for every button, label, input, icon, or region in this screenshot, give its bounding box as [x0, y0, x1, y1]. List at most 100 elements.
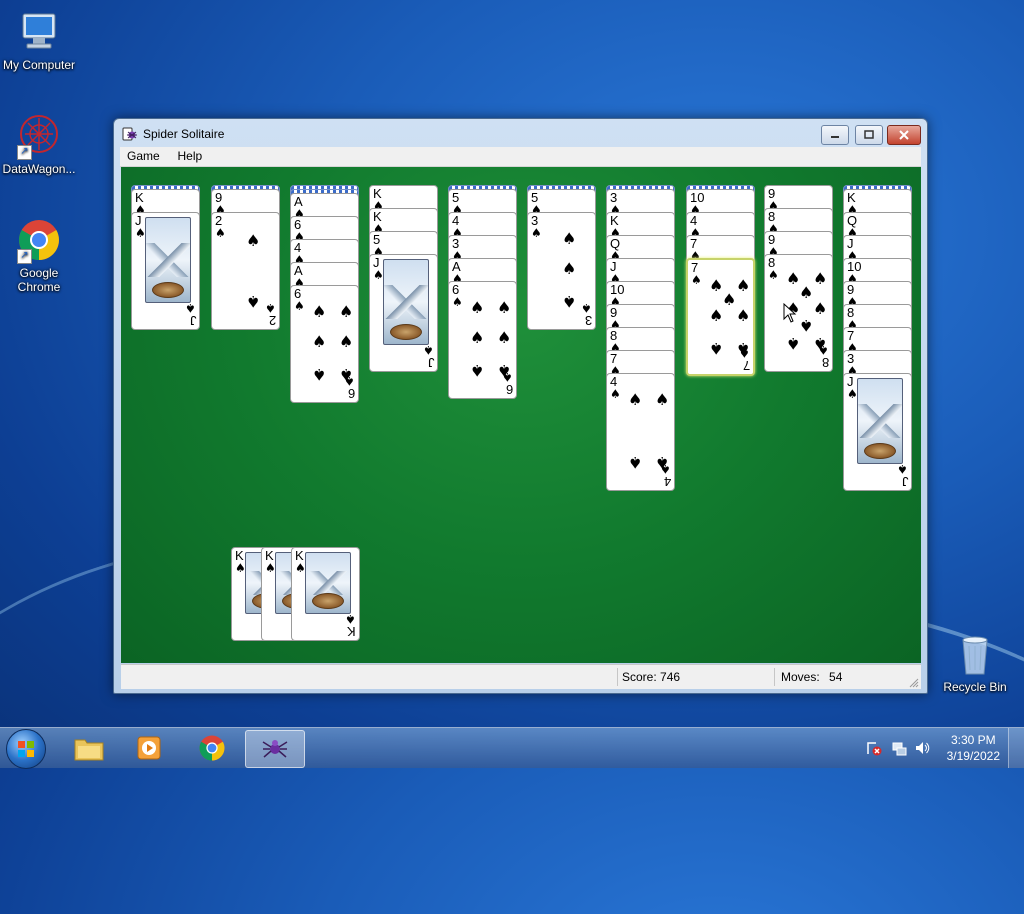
status-bar: Score: 746 Moves: 54: [121, 664, 921, 689]
title-bar[interactable]: Spider Solitaire: [114, 119, 927, 147]
spade-icon: ♠: [294, 299, 305, 313]
resize-grip-icon[interactable]: [909, 677, 919, 688]
bird-nest-picture: [864, 443, 896, 459]
desktop-icon-label: DataWagon...: [2, 162, 76, 176]
spade-icon: ♠: [562, 259, 577, 278]
chrome-icon: [199, 735, 225, 761]
spade-icon: ♠: [339, 332, 354, 351]
taskbar-spider-solitaire[interactable]: [245, 730, 305, 768]
taskbar: 3:30 PM 3/19/2022: [0, 727, 1024, 769]
spade-icon: ♠: [470, 361, 485, 380]
taskbar-chrome[interactable]: [183, 730, 241, 766]
network-icon[interactable]: [891, 740, 907, 756]
action-center-icon[interactable]: [866, 740, 882, 756]
playing-card[interactable]: J ♠ J ♠: [131, 212, 200, 330]
spade-icon: ♠: [497, 298, 512, 317]
desktop-icon-datawagon[interactable]: ↗ DataWagon...: [0, 112, 81, 176]
spade-icon: ♠: [344, 374, 355, 388]
spade-icon: ♠: [562, 292, 577, 311]
card-rank-bottom: J: [189, 313, 197, 328]
shortcut-arrow-icon: ↗: [17, 249, 32, 264]
completed-stack-card[interactable]: K♠K♠: [291, 547, 360, 641]
spade-icon: ♠: [799, 316, 814, 335]
shortcut-arrow-icon: ↗: [17, 145, 32, 160]
moves-label: Moves:: [781, 670, 820, 684]
score-label: Score:: [622, 670, 657, 684]
spade-icon: ♠: [813, 269, 828, 288]
spade-icon: ♠: [628, 453, 643, 472]
minimize-button[interactable]: [821, 125, 849, 145]
card-rank-bottom: 2: [268, 313, 276, 328]
close-button[interactable]: [887, 125, 921, 145]
playing-card[interactable]: J ♠ J ♠: [369, 254, 438, 372]
spade-icon: ♠: [897, 462, 908, 476]
spider-solitaire-icon: [122, 126, 138, 142]
windows-logo-icon: [18, 741, 34, 757]
spade-icon: ♠: [502, 370, 513, 384]
bird-nest-picture: [390, 324, 422, 340]
score-value: 746: [660, 670, 681, 684]
datawagon-icon: ↗: [15, 112, 63, 160]
spade-icon: ♠: [312, 302, 327, 321]
spider-solitaire-icon: [262, 740, 288, 758]
taskbar-media-player[interactable]: [120, 730, 178, 766]
desktop-icon-recycle-bin[interactable]: Recycle Bin: [933, 630, 1017, 694]
card-face-picture: [383, 259, 429, 345]
snowy-mountain-picture: [146, 243, 190, 277]
playing-card[interactable]: 6 ♠ ♠ ♠ ♠ ♠ ♠ ♠ 6 ♠: [290, 285, 359, 403]
card-rank-bottom: 6: [347, 386, 355, 401]
mouse-cursor-icon: [783, 302, 797, 326]
playing-card[interactable]: J ♠ J ♠: [843, 373, 912, 491]
show-desktop-button[interactable]: [1008, 728, 1024, 768]
spade-icon: ♠: [265, 301, 276, 315]
system-clock[interactable]: 3:30 PM 3/19/2022: [947, 732, 1000, 764]
card-face-picture: [305, 552, 351, 614]
card-rank-bottom: J: [901, 474, 909, 489]
chrome-icon: ↗: [15, 216, 63, 264]
desktop-icon-google-chrome[interactable]: ↗ Google Chrome: [0, 216, 81, 294]
spade-icon: ♠: [470, 328, 485, 347]
menu-bar: Game Help: [120, 147, 921, 167]
menu-help[interactable]: Help: [171, 147, 210, 165]
explorer-icon: [74, 739, 104, 761]
clock-date: 3/19/2022: [946, 749, 1000, 763]
spade-icon: ♠: [339, 302, 354, 321]
playing-card[interactable]: 4 ♠ ♠ ♠ ♠ ♠ 4 ♠: [606, 373, 675, 491]
menu-game[interactable]: Game: [120, 147, 167, 165]
spade-icon: ♠: [581, 301, 592, 315]
playing-card[interactable]: 6 ♠ ♠ ♠ ♠ ♠ ♠ ♠ 6 ♠: [448, 281, 517, 399]
spade-icon: ♠: [736, 276, 751, 295]
close-icon: [899, 130, 909, 140]
playing-card[interactable]: 8 ♠ ♠ ♠ ♠ ♠ ♠ ♠ ♠ ♠ 8 ♠: [764, 254, 833, 372]
spade-icon: ♠: [312, 332, 327, 351]
spade-icon: ♠: [452, 295, 463, 309]
spade-icon: ♠: [246, 292, 261, 311]
desktop-icon-label: Recycle Bin: [943, 680, 1007, 694]
card-rank-bottom: J: [427, 355, 435, 370]
bird-nest-picture: [312, 593, 344, 609]
playing-card[interactable]: 7 ♠ ♠ ♠ ♠ ♠ ♠ ♠ ♠ 7 ♠: [686, 258, 755, 376]
start-button[interactable]: [6, 729, 46, 769]
spade-icon: ♠: [470, 298, 485, 317]
status-separator: [774, 668, 775, 686]
spade-icon: ♠: [345, 612, 356, 626]
spade-icon: ♠: [610, 387, 621, 401]
snowy-mountain-picture: [306, 571, 350, 595]
spade-icon: ♠: [691, 273, 702, 287]
spider-solitaire-window: Spider Solitaire Game Help K ♠ J ♠ J ♠ 9 ♠ 2 ♠ ♠ ♠ 2…: [113, 118, 928, 694]
desktop-icon-my-computer[interactable]: My Computer: [0, 8, 81, 72]
taskbar-explorer[interactable]: [60, 730, 118, 766]
spade-icon: ♠: [215, 226, 226, 240]
volume-icon[interactable]: [914, 740, 930, 756]
spade-icon: ♠: [423, 343, 434, 357]
spade-icon: ♠: [799, 283, 814, 302]
window-title: Spider Solitaire: [143, 127, 225, 141]
game-board[interactable]: K ♠ J ♠ J ♠ 9 ♠ 2 ♠ ♠ ♠ 2 ♠ A ♠ 6 ♠ 4 ♠ A ♠ 6 ♠ ♠ ♠ ♠ ♠ ♠ ♠ 6 ♠ K ♠ K ♠ 5 ♠ J ♠…: [121, 167, 921, 663]
maximize-button[interactable]: [855, 125, 883, 145]
playing-card[interactable]: 2 ♠ ♠ ♠ 2 ♠: [211, 212, 280, 330]
card-rank-bottom: 4: [663, 474, 671, 489]
card-rank-bottom: 8: [821, 355, 829, 370]
spade-icon: ♠: [768, 268, 779, 282]
playing-card[interactable]: 3 ♠ ♠ ♠ ♠ 3 ♠: [527, 212, 596, 330]
card-rank-bottom: 7: [742, 358, 750, 373]
